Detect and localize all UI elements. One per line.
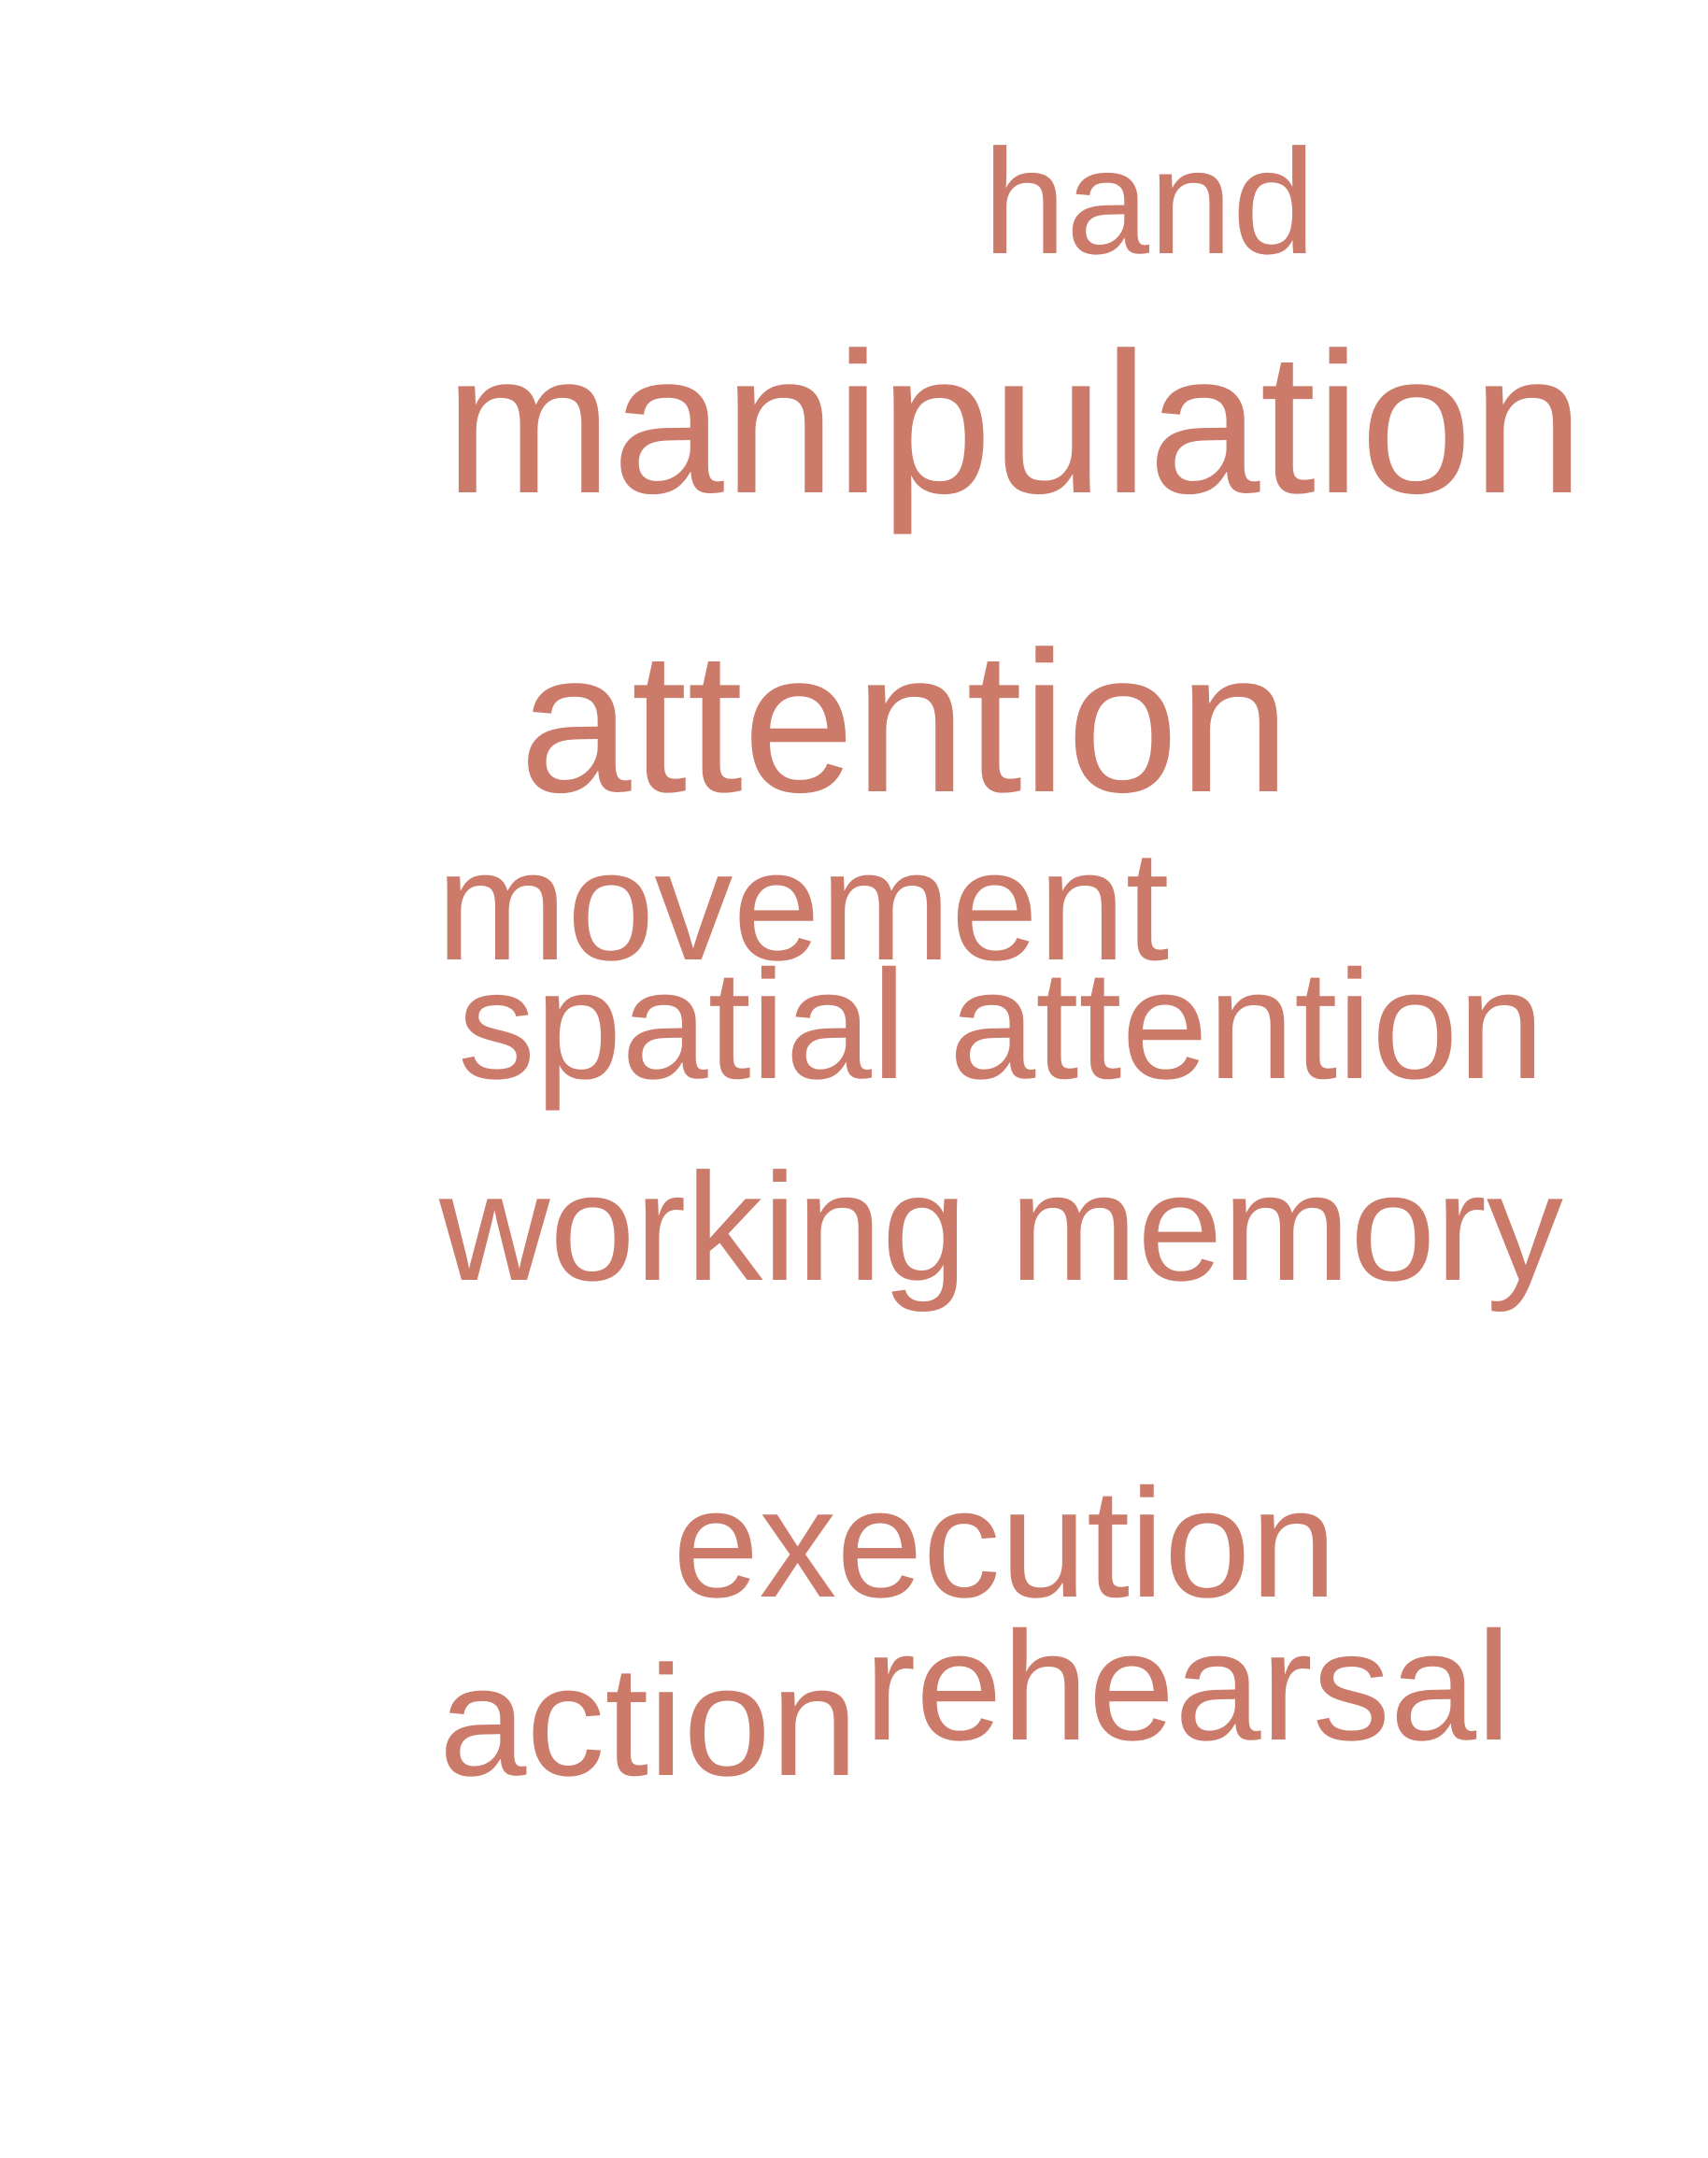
word-cloud: hand manipulation attention movement spa… [0,0,1708,2158]
word-spatial-attention: spatial attention [458,939,1544,1112]
word-attention: attention [520,609,1290,834]
word-manipulation: manipulation [445,310,1585,535]
word-rehearsal: rehearsal [864,1600,1512,1773]
word-action: action [439,1633,859,1809]
word-execution: execution [673,1457,1337,1630]
word-hand: hand [983,118,1316,285]
word-working-memory: working memory [439,1142,1563,1313]
